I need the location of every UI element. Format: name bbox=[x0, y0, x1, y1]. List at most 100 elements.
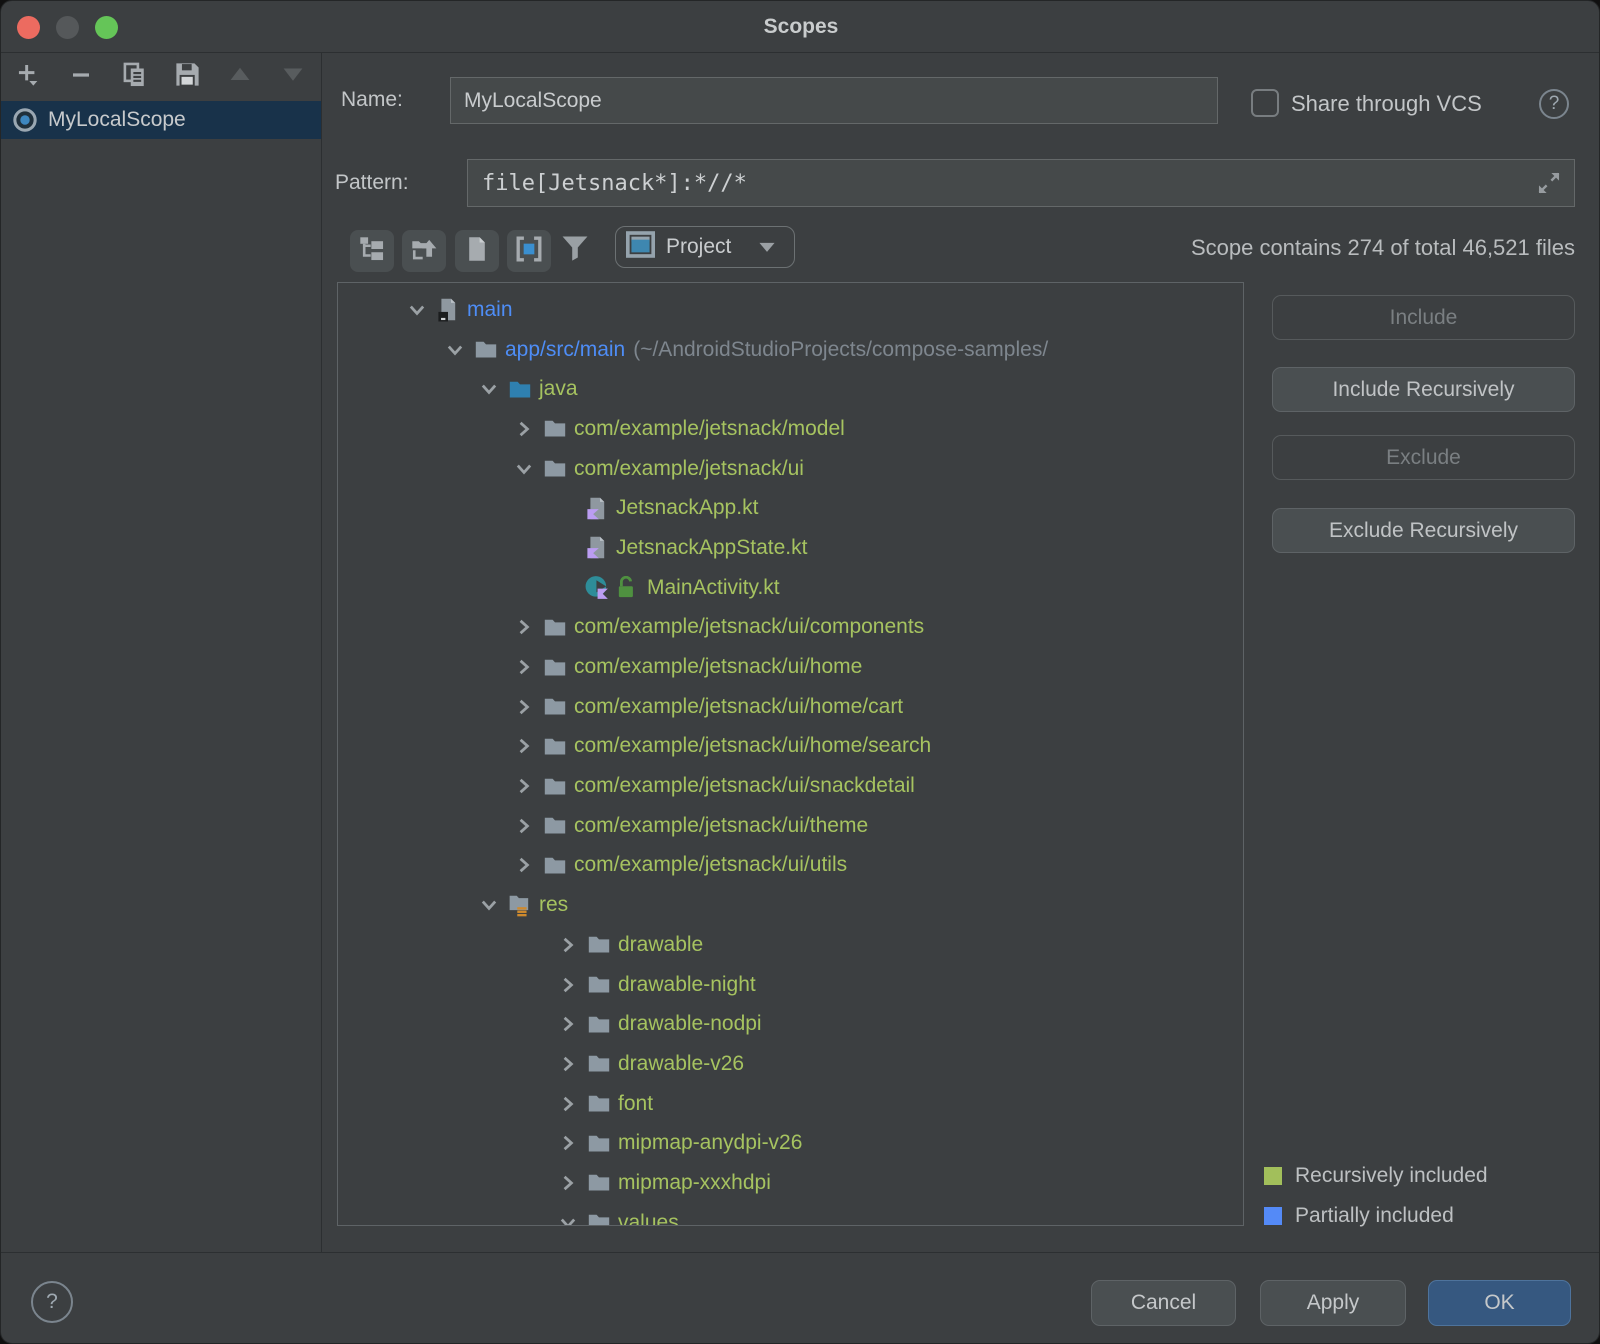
folder-res-icon bbox=[508, 892, 532, 918]
include-recursively-button[interactable]: Include Recursively bbox=[1272, 367, 1575, 412]
legend-label: Partially included bbox=[1295, 1204, 1454, 1228]
chevron-down-icon[interactable] bbox=[557, 1212, 587, 1226]
scopes-list-panel: MyLocalScope bbox=[1, 53, 322, 1252]
tree-item-label: com/example/jetsnack/model bbox=[574, 417, 845, 441]
view-selector-label: Project bbox=[666, 235, 731, 259]
share-vcs-help-icon[interactable]: ? bbox=[1539, 89, 1569, 119]
tree-item-label: MainActivity.kt bbox=[647, 576, 780, 600]
chevron-down-icon[interactable] bbox=[406, 299, 436, 321]
legend-row: Partially included bbox=[1264, 1204, 1454, 1228]
add-scope-button[interactable] bbox=[15, 64, 41, 90]
tree-item-label: com/example/jetsnack/ui/home bbox=[574, 655, 862, 679]
tree-row[interactable]: com/example/jetsnack/ui/snackdetail bbox=[338, 766, 1243, 806]
tree-row[interactable]: font bbox=[338, 1084, 1243, 1124]
tree-row[interactable]: com/example/jetsnack/ui/utils bbox=[338, 846, 1243, 886]
chevron-right-icon[interactable] bbox=[557, 1053, 587, 1075]
chevron-right-icon[interactable] bbox=[513, 656, 543, 678]
tree-item-label: com/example/jetsnack/ui/theme bbox=[574, 814, 868, 838]
tree-row[interactable]: mipmap-anydpi-v26 bbox=[338, 1123, 1243, 1163]
tree-row[interactable]: drawable-night bbox=[338, 965, 1243, 1005]
tree-item-label: main bbox=[467, 298, 513, 322]
tree-row[interactable]: com/example/jetsnack/ui bbox=[338, 449, 1243, 489]
share-vcs-checkbox[interactable] bbox=[1251, 89, 1279, 117]
tree-item-path-suffix: (~/AndroidStudioProjects/compose-samples… bbox=[633, 338, 1048, 362]
tree-row[interactable]: drawable bbox=[338, 925, 1243, 965]
chevron-down-icon[interactable] bbox=[478, 894, 508, 916]
help-button[interactable]: ? bbox=[31, 1281, 73, 1323]
tree-row[interactable]: JetsnackAppState.kt bbox=[338, 528, 1243, 568]
tree-item-label: com/example/jetsnack/ui bbox=[574, 457, 804, 481]
tree-item-label: com/example/jetsnack/ui/snackdetail bbox=[574, 774, 915, 798]
chevron-right-icon[interactable] bbox=[557, 1132, 587, 1154]
chevron-right-icon[interactable] bbox=[557, 1172, 587, 1194]
tree-row[interactable]: com/example/jetsnack/ui/components bbox=[338, 608, 1243, 648]
scope-list-item[interactable]: MyLocalScope bbox=[1, 101, 321, 139]
move-down-icon bbox=[280, 62, 306, 93]
tree-row[interactable]: res bbox=[338, 885, 1243, 925]
tree-row[interactable]: drawable-v26 bbox=[338, 1044, 1243, 1084]
tree-item-label: app/src/main bbox=[505, 338, 625, 362]
tree-item-label: JetsnackApp.kt bbox=[616, 496, 758, 520]
move-down-scope-button bbox=[280, 64, 306, 90]
ok-button[interactable]: OK bbox=[1428, 1280, 1571, 1326]
chevron-right-icon[interactable] bbox=[513, 616, 543, 638]
expand-pattern-icon[interactable] bbox=[1532, 166, 1566, 200]
scope-name-input[interactable] bbox=[450, 77, 1218, 124]
chevron-right-icon[interactable] bbox=[513, 735, 543, 757]
show-hierarchy-toggle[interactable] bbox=[350, 230, 394, 272]
file-icon bbox=[465, 236, 489, 267]
show-files-toggle[interactable] bbox=[455, 230, 499, 272]
chevron-down-icon[interactable] bbox=[513, 458, 543, 480]
tree-row[interactable]: app/src/main (~/AndroidStudioProjects/com… bbox=[338, 330, 1243, 370]
tree-row[interactable]: JetsnackApp.kt bbox=[338, 488, 1243, 528]
tree-row[interactable]: drawable-nodpi bbox=[338, 1004, 1243, 1044]
apply-button[interactable]: Apply bbox=[1260, 1280, 1406, 1326]
tree-row[interactable]: values bbox=[338, 1203, 1243, 1226]
chevron-right-icon[interactable] bbox=[513, 418, 543, 440]
chevron-right-icon[interactable] bbox=[557, 1013, 587, 1035]
add-icon bbox=[16, 63, 40, 92]
remove-icon bbox=[69, 63, 93, 92]
chevron-right-icon[interactable] bbox=[513, 696, 543, 718]
tree-item-label: drawable-v26 bbox=[618, 1052, 744, 1076]
tree-row[interactable]: com/example/jetsnack/ui/home bbox=[338, 647, 1243, 687]
compact-packages-toggle[interactable] bbox=[402, 230, 446, 272]
exclude-recursively-button[interactable]: Exclude Recursively bbox=[1272, 508, 1575, 553]
filter-funnel-icon bbox=[561, 235, 589, 268]
chevron-right-icon[interactable] bbox=[513, 775, 543, 797]
chevron-right-icon[interactable] bbox=[557, 974, 587, 996]
copy-scope-button[interactable] bbox=[121, 64, 147, 90]
chevron-right-icon[interactable] bbox=[513, 854, 543, 876]
chevron-down-icon[interactable] bbox=[478, 378, 508, 400]
scope-brackets-icon bbox=[515, 235, 543, 268]
tree-row[interactable]: com/example/jetsnack/ui/home/cart bbox=[338, 687, 1243, 727]
legend-row: Recursively included bbox=[1264, 1164, 1488, 1188]
tree-row[interactable]: com/example/jetsnack/ui/theme bbox=[338, 806, 1243, 846]
save-scope-button[interactable] bbox=[174, 64, 200, 90]
folder-icon bbox=[587, 1171, 611, 1194]
view-selector-dropdown[interactable]: Project bbox=[615, 226, 795, 268]
chevron-down-icon bbox=[756, 236, 778, 258]
chevron-right-icon[interactable] bbox=[513, 815, 543, 837]
tree-row[interactable]: mipmap-xxxhdpi bbox=[338, 1163, 1243, 1203]
tree-row[interactable]: MainActivity.kt bbox=[338, 568, 1243, 608]
folder-icon bbox=[543, 775, 567, 798]
tree-row[interactable]: java bbox=[338, 369, 1243, 409]
chevron-right-icon[interactable] bbox=[557, 1093, 587, 1115]
folder-icon bbox=[543, 656, 567, 679]
cancel-button[interactable]: Cancel bbox=[1091, 1280, 1236, 1326]
chevron-right-icon[interactable] bbox=[557, 934, 587, 956]
legend-label: Recursively included bbox=[1295, 1164, 1488, 1188]
tree-row[interactable]: com/example/jetsnack/model bbox=[338, 409, 1243, 449]
copy-icon bbox=[121, 62, 147, 93]
window-title: Scopes bbox=[1, 1, 1600, 53]
filter-button[interactable] bbox=[557, 234, 593, 268]
tree-row[interactable]: main bbox=[338, 290, 1243, 330]
remove-scope-button[interactable] bbox=[68, 64, 94, 90]
chevron-down-icon[interactable] bbox=[444, 339, 474, 361]
show-scope-borders-toggle[interactable] bbox=[507, 230, 551, 272]
pattern-input[interactable] bbox=[468, 171, 1532, 196]
tree-row[interactable]: com/example/jetsnack/ui/home/search bbox=[338, 727, 1243, 767]
tree-item-label: JetsnackAppState.kt bbox=[616, 536, 807, 560]
include-button: Include bbox=[1272, 295, 1575, 340]
